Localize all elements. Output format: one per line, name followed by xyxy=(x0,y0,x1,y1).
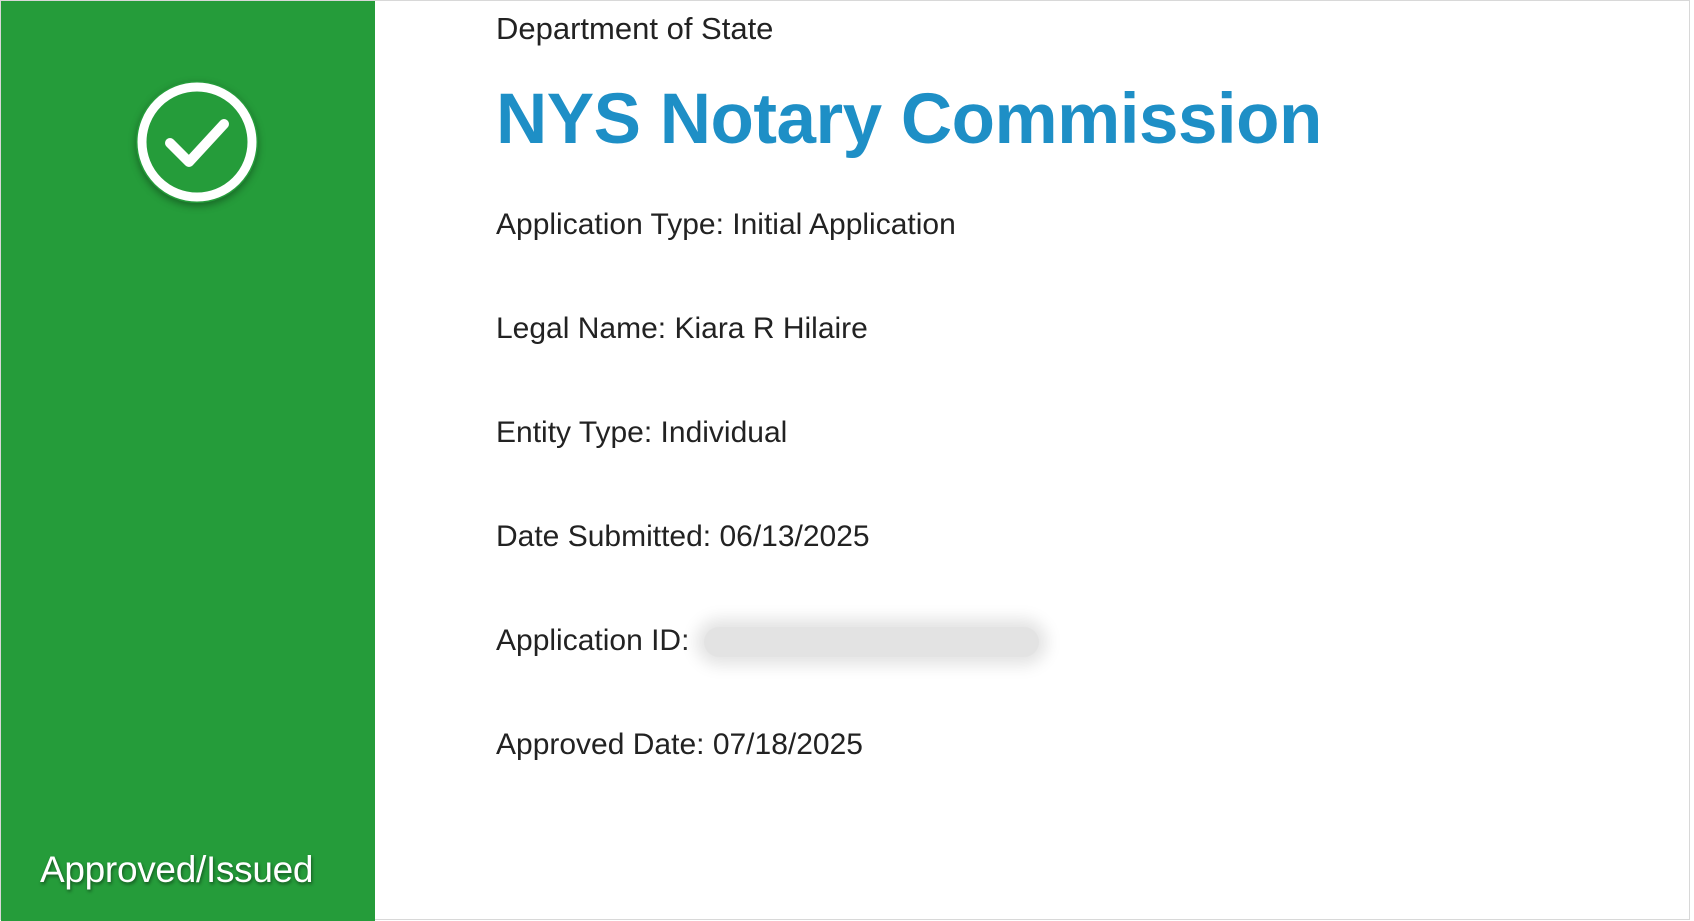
date-submitted-row: Date Submitted: 06/13/2025 xyxy=(496,519,870,555)
application-type-value: Initial Application xyxy=(732,208,956,241)
application-status-card: Approved/Issued Department of State NYS … xyxy=(0,0,1690,921)
entity-type-row: Entity Type: Individual xyxy=(496,415,787,451)
approved-date-row: Approved Date: 07/18/2025 xyxy=(496,727,863,763)
check-circle-icon xyxy=(136,81,258,203)
status-label: Approved/Issued xyxy=(40,849,314,890)
page-title: NYS Notary Commission xyxy=(496,80,1322,159)
application-type-label: Application Type: xyxy=(496,208,724,241)
application-id-row: Application ID: xyxy=(496,623,1039,659)
legal-name-label: Legal Name: xyxy=(496,312,667,345)
department-name: Department of State xyxy=(496,11,774,46)
application-type-row: Application Type: Initial Application xyxy=(496,207,956,243)
application-id-label: Application ID: xyxy=(496,624,690,657)
date-submitted-label: Date Submitted: xyxy=(496,520,712,553)
entity-type-value: Individual xyxy=(660,416,788,449)
approved-date-value: 07/18/2025 xyxy=(712,728,863,761)
status-panel: Approved/Issued xyxy=(1,1,375,921)
entity-type-label: Entity Type: xyxy=(496,416,653,449)
approved-date-label: Approved Date: xyxy=(496,728,705,761)
legal-name-row: Legal Name: Kiara R Hilaire xyxy=(496,311,868,347)
legal-name-value: Kiara R Hilaire xyxy=(674,312,868,345)
application-details: Department of State NYS Notary Commissio… xyxy=(496,1,1646,921)
date-submitted-value: 06/13/2025 xyxy=(719,520,870,553)
redacted-application-id xyxy=(703,627,1039,658)
